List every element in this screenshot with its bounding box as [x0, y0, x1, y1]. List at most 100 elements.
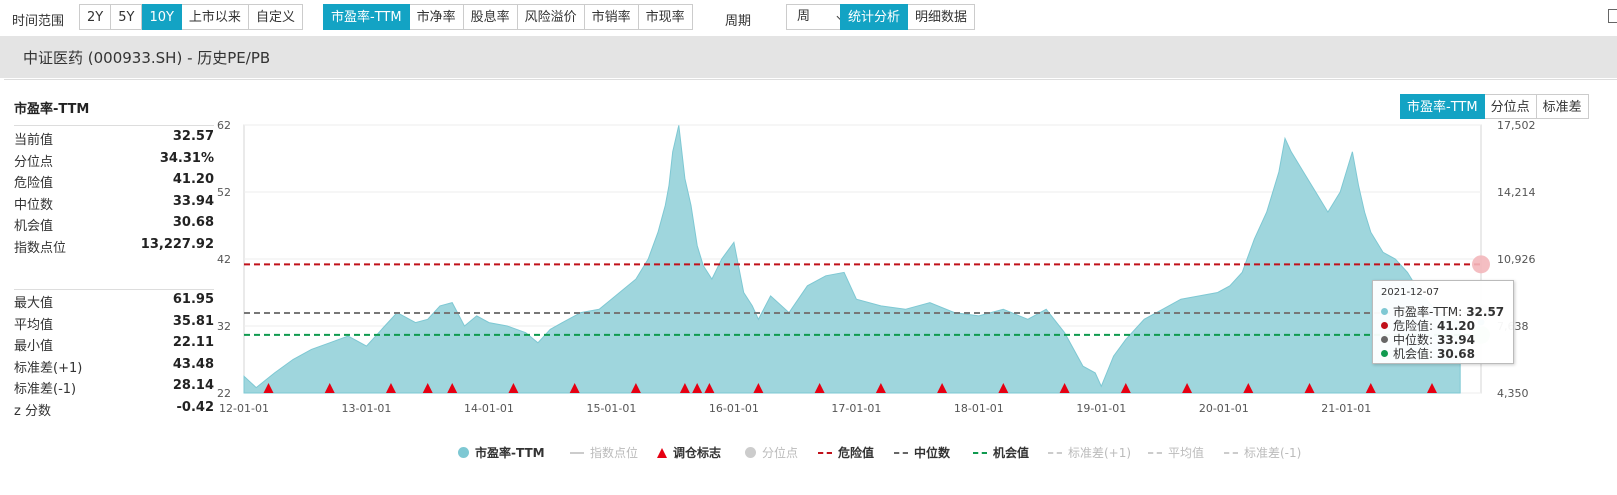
stat-value: 41.20	[172, 172, 214, 187]
view-button-group: 统计分析 明细数据	[840, 4, 976, 30]
legend-dash-icon	[818, 451, 832, 454]
series-dot-icon	[1381, 322, 1388, 329]
legend-item[interactable]: 标准差(+1)	[1048, 444, 1131, 461]
stat-label: 最大值	[14, 296, 54, 311]
stat-row: 当前值 32.57	[14, 127, 214, 149]
range-button-4[interactable]: 自定义	[248, 4, 303, 30]
title-bar: 中证医药 (000933.SH) - 历史PE/PB	[0, 36, 1617, 78]
stat-row: 标准差(+1) 43.48	[14, 355, 214, 377]
series-dot-icon	[1381, 308, 1388, 315]
legend-dash-icon	[1148, 451, 1162, 454]
tooltip-date: 2021-12-07	[1381, 287, 1440, 298]
legend-label: 机会值	[993, 446, 1030, 460]
legend-dot-icon	[458, 447, 469, 458]
stat-label: 危险值	[14, 176, 54, 191]
stat-label: 指数点位	[14, 240, 67, 256]
stat-value: 28.14	[172, 378, 214, 393]
legend-item[interactable]: 标准差(-1)	[1224, 444, 1301, 461]
legend-label: 危险值	[838, 446, 875, 460]
stat-row: 机会值 30.68	[14, 213, 214, 235]
stat-row: 标准差(-1) 28.14	[14, 376, 214, 398]
metric-button-5[interactable]: 市现率	[638, 4, 693, 30]
metric-button-2[interactable]: 股息率	[463, 4, 518, 30]
stat-value: 32.57	[172, 129, 214, 144]
stat-value: 43.48	[172, 356, 214, 372]
chart-legend: 市盈率-TTM 指数点位 调仓标志 分位点 危险值 中位数 机会值 标准差(+1) 平均值 标准差…	[0, 444, 1617, 464]
legend-line-icon	[570, 451, 584, 454]
stat-label: 中位数	[14, 197, 54, 213]
divider	[14, 125, 214, 126]
legend-label: 指数点位	[590, 446, 639, 460]
legend-label: 标准差(-1)	[1244, 446, 1302, 460]
stat-label: 最小值	[14, 339, 54, 354]
legend-triangle-icon	[657, 447, 667, 458]
expand-icon[interactable]	[1608, 9, 1617, 23]
legend-item[interactable]: 调仓标志	[657, 444, 721, 461]
legend-item[interactable]: 危险值	[818, 444, 874, 461]
chart-tab-button-0[interactable]: 市盈率-TTM	[1400, 94, 1485, 119]
stat-label: 当前值	[14, 133, 54, 148]
stat-label: 标准差(+1)	[14, 360, 83, 376]
time-range-label: 时间范围	[12, 14, 65, 29]
legend-label: 调仓标志	[673, 446, 722, 460]
view-button-1[interactable]: 明细数据	[908, 4, 976, 30]
metric-title: 市盈率-TTM	[14, 102, 90, 117]
stat-row: 指数点位 13,227.92	[14, 235, 214, 257]
chart-tab-button-1[interactable]: 分位点	[1484, 94, 1537, 119]
legend-dash-icon	[894, 451, 908, 454]
series-dot-icon	[1381, 350, 1388, 357]
view-button-0[interactable]: 统计分析	[840, 4, 909, 30]
range-button-0[interactable]: 2Y	[79, 4, 112, 30]
metric-button-4[interactable]: 市销率	[584, 4, 639, 30]
chart-tooltip: 2021-12-07 市盈率-TTM: 32.57 危险值: 41.20 中位数: 33.…	[1372, 280, 1514, 364]
stat-row: 平均值 35.81	[14, 312, 214, 334]
stat-label: 机会值	[14, 219, 54, 234]
stat-value: 13,227.92	[140, 236, 214, 252]
legend-label: 中位数	[914, 446, 951, 460]
legend-item[interactable]: 机会值	[973, 444, 1029, 461]
stat-row: z 分数 -0.42	[14, 398, 214, 420]
legend-dash-icon	[1224, 451, 1238, 454]
metric-button-3[interactable]: 风险溢价	[517, 4, 585, 30]
range-button-3[interactable]: 上市以来	[181, 4, 249, 30]
stat-value: -0.42	[176, 399, 214, 415]
tooltip-row: 机会值: 30.68	[1381, 345, 1475, 362]
tooltip-value: 30.68	[1437, 346, 1476, 361]
legend-item[interactable]: 中位数	[894, 444, 950, 461]
legend-label: 平均值	[1168, 446, 1205, 460]
range-button-1[interactable]: 5Y	[111, 4, 143, 30]
legend-item[interactable]: 平均值	[1148, 444, 1204, 461]
legend-item[interactable]: 指数点位	[570, 444, 638, 461]
stat-label: 标准差(-1)	[14, 382, 77, 397]
stat-value: 61.95	[172, 292, 214, 307]
metric-button-1[interactable]: 市净率	[409, 4, 464, 30]
legend-item[interactable]: 分位点	[745, 444, 798, 461]
legend-dash-icon	[973, 451, 987, 454]
chart-tab-group: 市盈率-TTM 分位点 标准差	[1400, 94, 1589, 119]
tooltip-label: 机会值:	[1393, 347, 1434, 361]
chart-tab-button-2[interactable]: 标准差	[1536, 94, 1589, 119]
legend-label: 标准差(+1)	[1068, 446, 1132, 460]
stat-value: 30.68	[172, 215, 214, 230]
range-button-2[interactable]: 10Y	[142, 4, 182, 30]
legend-dot-icon	[745, 447, 756, 458]
stat-label: 平均值	[14, 317, 54, 333]
metric-button-group: 市盈率-TTM 市净率 股息率 风险溢价 市销率 市现率	[323, 4, 693, 30]
stat-value: 22.11	[172, 335, 214, 350]
metric-button-0[interactable]: 市盈率-TTM	[323, 4, 410, 30]
stats-top: 当前值 32.57 分位点 34.31% 危险值 41.20 中位数 33.94 机会值 30.6…	[14, 127, 214, 256]
stat-value: 33.94	[172, 193, 214, 209]
period-label: 周期	[725, 14, 752, 29]
toolbar: 时间范围 2Y 5Y 10Y 上市以来 自定义 市盈率-TTM 市净率 股息率 风险溢价 市销率…	[0, 0, 1617, 34]
stat-value: 34.31%	[159, 150, 214, 166]
stat-row: 最小值 22.11	[14, 333, 214, 355]
stats-bottom: 最大值 61.95 平均值 35.81 最小值 22.11 标准差(+1) 43.48 标准差(…	[14, 290, 214, 419]
range-button-group: 2Y 5Y 10Y 上市以来 自定义	[79, 4, 303, 30]
series-dot-icon	[1381, 336, 1388, 343]
period-select-value: 周	[797, 9, 811, 24]
stat-row: 最大值 61.95	[14, 290, 214, 312]
stat-label: 分位点	[14, 154, 54, 170]
legend-item[interactable]: 市盈率-TTM	[458, 444, 545, 461]
legend-label: 分位点	[762, 446, 799, 460]
stat-row: 分位点 34.31%	[14, 149, 214, 171]
